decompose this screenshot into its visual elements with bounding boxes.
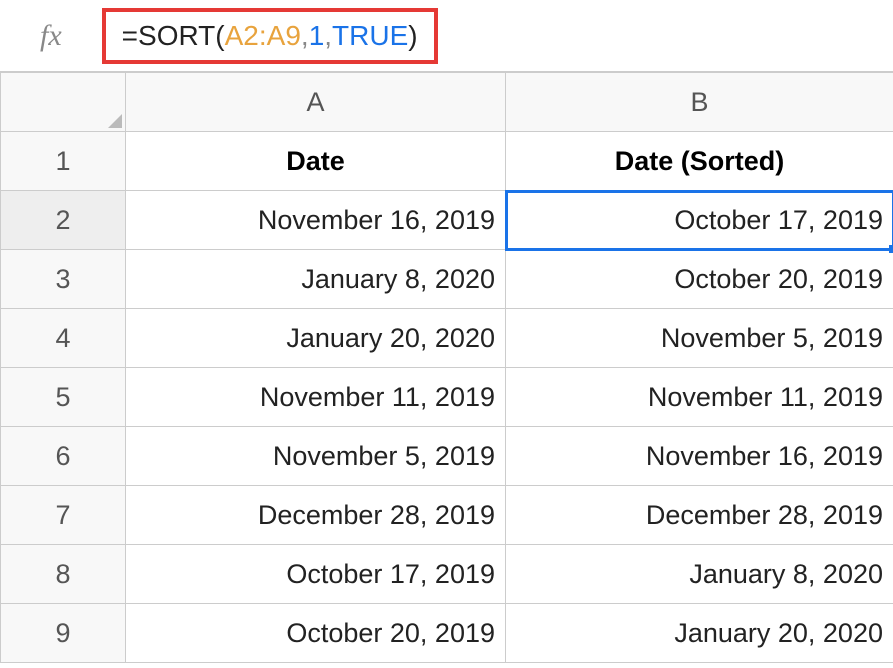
table-row: 4 January 20, 2020 November 5, 2019 xyxy=(1,309,893,368)
row-header[interactable]: 7 xyxy=(1,486,126,545)
cell-a9[interactable]: October 20, 2019 xyxy=(126,604,506,663)
row-header[interactable]: 9 xyxy=(1,604,126,663)
cell-b7[interactable]: December 28, 2019 xyxy=(506,486,893,545)
cell-a7[interactable]: December 28, 2019 xyxy=(126,486,506,545)
cell-value: October 17, 2019 xyxy=(674,205,883,235)
table-row: 6 November 5, 2019 November 16, 2019 xyxy=(1,427,893,486)
formula-bool: TRUE xyxy=(332,20,408,51)
table-row: 5 November 11, 2019 November 11, 2019 xyxy=(1,368,893,427)
row-header[interactable]: 8 xyxy=(1,545,126,604)
row-header[interactable]: 4 xyxy=(1,309,126,368)
cell-a5[interactable]: November 11, 2019 xyxy=(126,368,506,427)
cell-b6[interactable]: November 16, 2019 xyxy=(506,427,893,486)
formula-comma: , xyxy=(324,20,332,51)
cell-a3[interactable]: January 8, 2020 xyxy=(126,250,506,309)
row-header[interactable]: 5 xyxy=(1,368,126,427)
formula-range: A2:A9 xyxy=(225,20,301,51)
formula-input[interactable]: =SORT(A2:A9,1,TRUE) xyxy=(102,8,438,64)
cell-a8[interactable]: October 17, 2019 xyxy=(126,545,506,604)
cell-b9[interactable]: January 20, 2020 xyxy=(506,604,893,663)
column-header-a[interactable]: A xyxy=(126,73,506,132)
fill-handle[interactable] xyxy=(889,245,893,253)
row-header[interactable]: 3 xyxy=(1,250,126,309)
cell-b8[interactable]: January 8, 2020 xyxy=(506,545,893,604)
cell-b2-selected[interactable]: October 17, 2019 xyxy=(506,191,893,250)
cell-b3[interactable]: October 20, 2019 xyxy=(506,250,893,309)
table-row: 3 January 8, 2020 October 20, 2019 xyxy=(1,250,893,309)
cell-a4[interactable]: January 20, 2020 xyxy=(126,309,506,368)
cell-b4[interactable]: November 5, 2019 xyxy=(506,309,893,368)
formula-paren-close: ) xyxy=(408,20,417,51)
table-row: 2 November 16, 2019 October 17, 2019 xyxy=(1,191,893,250)
row-header[interactable]: 6 xyxy=(1,427,126,486)
row-header[interactable]: 2 xyxy=(1,191,126,250)
table-row: 8 October 17, 2019 January 8, 2020 xyxy=(1,545,893,604)
cell-a6[interactable]: November 5, 2019 xyxy=(126,427,506,486)
formula-bar: fx =SORT(A2:A9,1,TRUE) xyxy=(0,0,893,72)
corner-triangle-icon xyxy=(108,114,122,128)
cell-b5[interactable]: November 11, 2019 xyxy=(506,368,893,427)
table-row: 1 Date Date (Sorted) xyxy=(1,132,893,191)
formula-paren-open: ( xyxy=(215,20,224,51)
cell-b1[interactable]: Date (Sorted) xyxy=(506,132,893,191)
table-row: 7 December 28, 2019 December 28, 2019 xyxy=(1,486,893,545)
column-header-row: A B xyxy=(1,73,893,132)
row-header[interactable]: 1 xyxy=(1,132,126,191)
table-row: 9 October 20, 2019 January 20, 2020 xyxy=(1,604,893,663)
fx-icon: fx xyxy=(40,19,62,53)
formula-function: SORT xyxy=(138,20,215,51)
cell-a2[interactable]: November 16, 2019 xyxy=(126,191,506,250)
formula-equals: = xyxy=(122,20,138,51)
spreadsheet-grid[interactable]: A B 1 Date Date (Sorted) 2 November 16, … xyxy=(0,72,893,663)
column-header-b[interactable]: B xyxy=(506,73,893,132)
formula-num: 1 xyxy=(309,20,325,51)
select-all-corner[interactable] xyxy=(1,73,126,132)
cell-a1[interactable]: Date xyxy=(126,132,506,191)
formula-comma: , xyxy=(301,20,309,51)
